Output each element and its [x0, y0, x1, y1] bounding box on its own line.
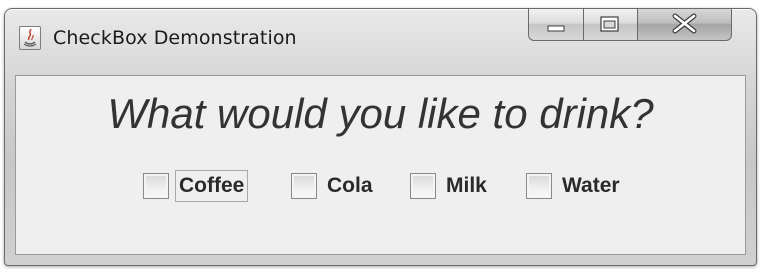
- water-checkbox[interactable]: Water: [526, 165, 624, 207]
- cola-checkbox[interactable]: Cola: [291, 165, 377, 207]
- checkbox-label: Cola: [327, 174, 373, 197]
- close-button[interactable]: [638, 8, 732, 41]
- maximize-button[interactable]: [584, 8, 638, 41]
- checkbox-box[interactable]: [410, 173, 436, 199]
- close-icon: [672, 13, 697, 34]
- java-cup-icon[interactable]: [19, 26, 41, 50]
- checkbox-box[interactable]: [143, 173, 169, 199]
- milk-checkbox[interactable]: Milk: [410, 165, 491, 207]
- checkbox-box[interactable]: [526, 173, 552, 199]
- minimize-button[interactable]: [528, 8, 584, 41]
- app-window: CheckBox Demonstration What would you li…: [4, 8, 757, 266]
- content-pane: What would you like to drink? Coffee Col…: [15, 75, 746, 255]
- coffee-checkbox[interactable]: Coffee: [143, 165, 249, 207]
- title-bar[interactable]: CheckBox Demonstration: [5, 8, 756, 73]
- caption-buttons: [528, 8, 732, 41]
- checkbox-label: Water: [562, 174, 620, 197]
- checkbox-label: Coffee: [175, 170, 249, 202]
- maximize-icon: [600, 16, 619, 32]
- drink-prompt-label: What would you like to drink?: [107, 90, 654, 137]
- checkbox-box[interactable]: [291, 173, 317, 199]
- window-title: CheckBox Demonstration: [53, 27, 297, 49]
- checkbox-label: Milk: [446, 174, 487, 197]
- minimize-icon: [547, 25, 565, 32]
